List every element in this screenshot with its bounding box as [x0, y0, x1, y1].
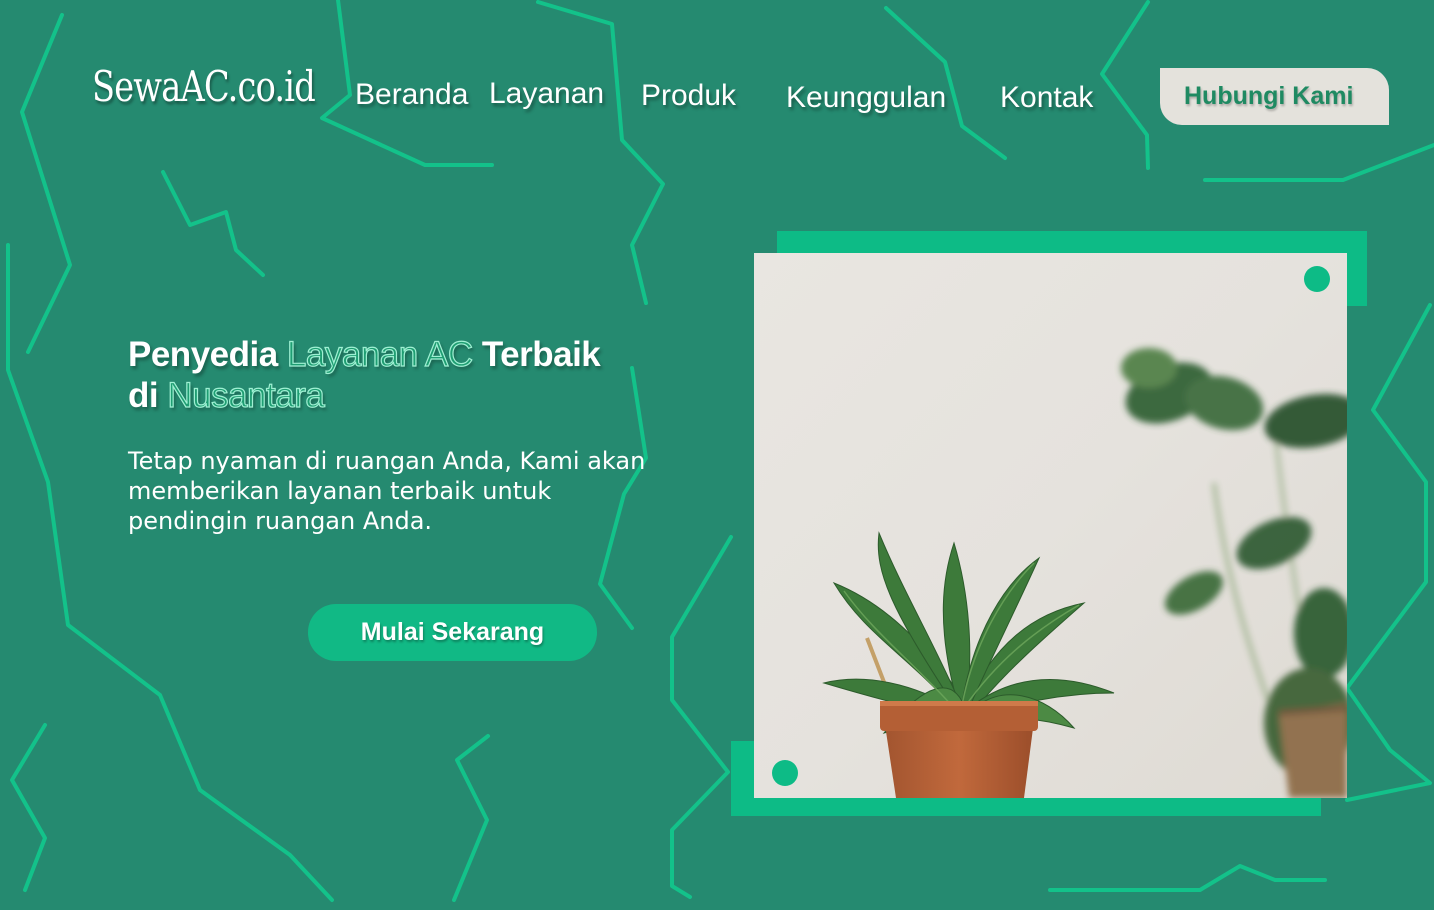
nav-item-keunggulan[interactable]: Keunggulan [786, 81, 946, 115]
nav-item-beranda[interactable]: Beranda [355, 78, 468, 112]
nav-item-produk[interactable]: Produk [641, 79, 736, 113]
headline-text: Penyedia [128, 335, 287, 374]
headline-highlight-region: Nusantara [167, 375, 326, 415]
headline-highlight-service: Layanan AC [286, 334, 473, 374]
contact-us-button[interactable]: Hubungi Kami [1160, 68, 1389, 125]
potted-plant-image [754, 253, 1347, 798]
get-started-button[interactable]: Mulai Sekarang [308, 604, 597, 661]
hero-description: Tetap nyaman di ruangan Anda, Kami akan … [128, 447, 646, 535]
nav-item-kontak[interactable]: Kontak [1000, 81, 1093, 115]
nav-item-layanan[interactable]: Layanan [489, 77, 604, 111]
hero-headline: Penyedia Layanan AC Terbaik di Nusantara [128, 334, 648, 416]
decorative-dot [772, 760, 798, 786]
decorative-dot [1304, 266, 1330, 292]
headline-text: Terbaik [472, 335, 601, 374]
headline-text: di [128, 376, 168, 415]
brand-logo[interactable]: SewaAC.co.id [92, 62, 316, 111]
